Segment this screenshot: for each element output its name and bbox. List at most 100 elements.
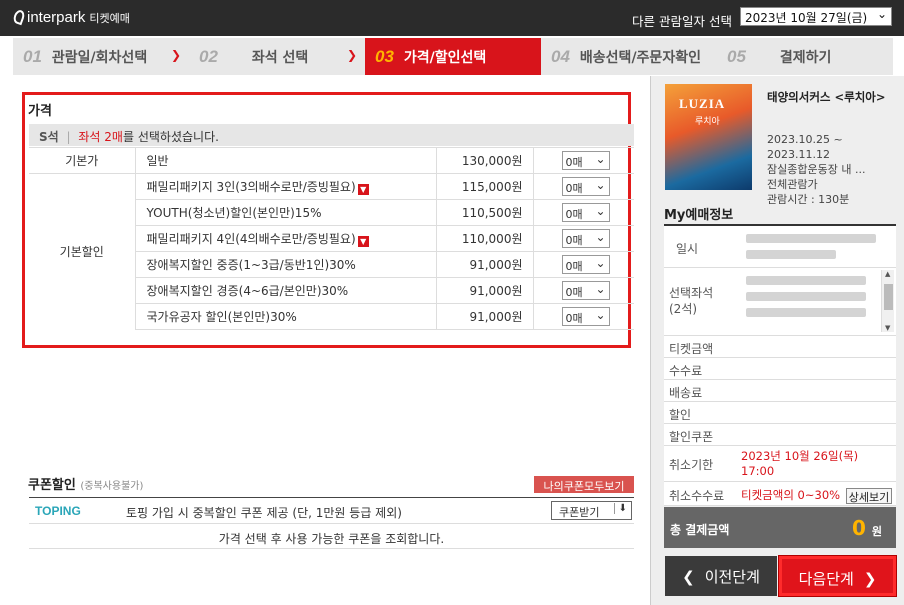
toping-logo: TOPING [35, 504, 81, 518]
step-label: 결제하기 [779, 49, 832, 66]
price-value: 110,000원 [435, 225, 533, 252]
poster-title: LUZIA [679, 96, 726, 111]
seat-summary-bar: S석 | 좌석 2매를 선택하셨습니다. [29, 124, 634, 146]
total-label: 총 결제금액 [670, 523, 730, 537]
info-row-seats: 선택좌석 (2석) ▲ ▼ [664, 268, 896, 336]
logo-text: interpark [27, 9, 86, 26]
scroll-down-icon: ▼ [885, 324, 891, 332]
coupon-label: 할인쿠폰 [669, 430, 714, 444]
info-row-fee: 수수료 [664, 358, 896, 380]
show-rating: 전체관람가 [767, 178, 818, 191]
info-row-date: 일시 [664, 226, 896, 268]
chevron-down-icon: ⌄ [595, 204, 606, 218]
quantity-select[interactable]: 0매 ⌄ [561, 151, 610, 170]
show-poster: LUZIA 루치아 [665, 84, 752, 190]
total-amount: 0 [851, 516, 866, 540]
price-table: 기본가 일반 130,000원 0매 ⌄ 기본할인 패밀리패키지 3인(3의배수로… [29, 147, 634, 330]
price-name: YOUTH(청소년)할인(본인만)15% [135, 199, 436, 226]
detail-button[interactable]: 상세보기 [846, 488, 892, 504]
quantity-value: 0매 [565, 286, 583, 299]
price-name: 국가유공자 할인(본인만)30% [135, 303, 436, 330]
my-booking-info: 일시 선택좌석 (2석) ▲ ▼ 티켓금액 수수료 배송료 할인 할인쿠폰 취소… [664, 224, 896, 506]
price-name: 패밀리패키지 4인(4의배수로만/증빙필요) [146, 232, 356, 246]
discount-label: 할인 [669, 408, 692, 422]
blurred-date [746, 234, 876, 243]
chevron-down-icon: ⌄ [876, 7, 887, 21]
chevron-down-icon: ⌄ [595, 256, 606, 270]
next-step-button[interactable]: 다음단계 ❯ [779, 556, 896, 596]
quantity-select[interactable]: 0매 ⌄ [561, 203, 610, 222]
cancel-fee-label: 취소수수료 [669, 489, 725, 503]
step-number: 02 [199, 46, 218, 66]
step-2: 02 좌석 선택 ❯ [189, 38, 365, 75]
logo-swirl-icon [11, 8, 27, 26]
info-dropdown-icon[interactable]: ▼ [357, 236, 369, 247]
step-number: 04 [551, 46, 570, 66]
step-label: 가격/할인선택 [403, 49, 487, 66]
total-payment-box: 총 결제금액 0원 [664, 507, 896, 548]
previous-step-label: 이전단계 [704, 568, 760, 586]
quantity-select[interactable]: 0매 ⌄ [561, 229, 610, 248]
delivery-label: 배송료 [669, 386, 703, 400]
info-row-ticket: 티켓금액 [664, 336, 896, 358]
coupon-section-title: 쿠폰할인 (중복사용불가) [28, 474, 143, 493]
my-coupons-button[interactable]: 나의쿠폰모두보기 [534, 476, 634, 493]
date-select-value: 2023년 10월 27일(금) [745, 11, 868, 25]
quantity-value: 0매 [565, 156, 583, 169]
show-period-start: 2023.10.25 ~ [767, 133, 843, 146]
step-label: 관람일/회차선택 [51, 49, 148, 66]
seat-msg-suffix: 를 선택하셨습니다. [122, 130, 219, 144]
chevron-left-icon: ❮ [682, 568, 695, 586]
step-label: 좌석 선택 [251, 49, 309, 66]
blurred-seat [746, 292, 866, 301]
chevron-right-icon: ❯ [863, 570, 877, 588]
total-unit: 원 [871, 525, 882, 538]
price-section-title: 가격 [28, 104, 52, 119]
quantity-select[interactable]: 0매 ⌄ [561, 307, 610, 326]
info-row-coupon: 할인쿠폰 [664, 424, 896, 446]
price-name: 장애복지할인 경증(4~6급/본인만)30% [135, 277, 436, 304]
logo-sub: 티켓예매 [89, 13, 130, 25]
interpark-logo[interactable]: interpark 티켓예매 [11, 8, 130, 26]
top-bar: interpark 티켓예매 다른 관람일자 선택 2023년 10월 27일(금… [0, 0, 904, 36]
other-date-label: 다른 관람일자 선택 [632, 14, 732, 29]
quantity-select[interactable]: 0매 ⌄ [561, 255, 610, 274]
fee-label: 수수료 [669, 364, 703, 378]
info-row-cancel-deadline: 취소기한 2023년 10월 26일(목) 17:00 [664, 446, 896, 482]
step-4: 04 배송선택/주문자확인 [541, 38, 717, 75]
cancel-deadline-value: 2023년 10월 26일(목) 17:00 [741, 449, 859, 478]
scroll-up-icon: ▲ [885, 270, 891, 278]
show-venue: 잠실종합운동장 내 ... [767, 163, 866, 176]
coupon-title-note: (중복사용불가) [80, 481, 144, 492]
quantity-value: 0매 [565, 182, 583, 195]
show-info: 2023.10.25 ~ 2023.11.12 잠실종합운동장 내 ... 전체… [767, 132, 865, 207]
step-number: 05 [727, 46, 746, 66]
quantity-select[interactable]: 0매 ⌄ [561, 177, 610, 196]
previous-step-button[interactable]: ❮ 이전단계 [665, 556, 777, 596]
chevron-right-icon: ❯ [170, 48, 181, 62]
blurred-seat [746, 276, 866, 285]
seat-scrollbar[interactable]: ▲ ▼ [881, 270, 894, 332]
seat-label: 선택좌석 [669, 286, 714, 300]
toping-coupon-text: 토핑 가입 시 중복할인 쿠폰 제공 (단, 1만원 등급 제외) [126, 506, 402, 520]
date-select[interactable]: 2023년 10월 27일(금) ⌄ [740, 7, 892, 26]
chevron-down-icon: ⌄ [595, 308, 606, 322]
info-dropdown-icon[interactable]: ▼ [357, 184, 369, 195]
coupon-title-text: 쿠폰할인 [28, 478, 76, 493]
quantity-value: 0매 [565, 208, 583, 221]
cancel-deadline-label: 취소기한 [669, 458, 714, 472]
scroll-thumb[interactable] [884, 284, 893, 310]
receive-coupon-label: 쿠폰받기 [559, 506, 600, 519]
total-amount-wrap: 0원 [852, 516, 882, 540]
show-period-end: 2023.11.12 [767, 148, 830, 161]
category-cell: 기본할인 [29, 173, 136, 330]
quantity-select[interactable]: 0매 ⌄ [561, 281, 610, 300]
step-number: 03 [375, 46, 394, 66]
info-row-discount: 할인 [664, 402, 896, 424]
divider [29, 523, 634, 524]
step-3-active: 03 가격/할인선택 [365, 38, 541, 75]
receive-coupon-button[interactable]: 쿠폰받기 ⬇ [551, 501, 632, 520]
show-runtime: 관람시간 : 130분 [767, 193, 850, 206]
info-row-delivery: 배송료 [664, 380, 896, 402]
blurred-seat [746, 308, 866, 317]
